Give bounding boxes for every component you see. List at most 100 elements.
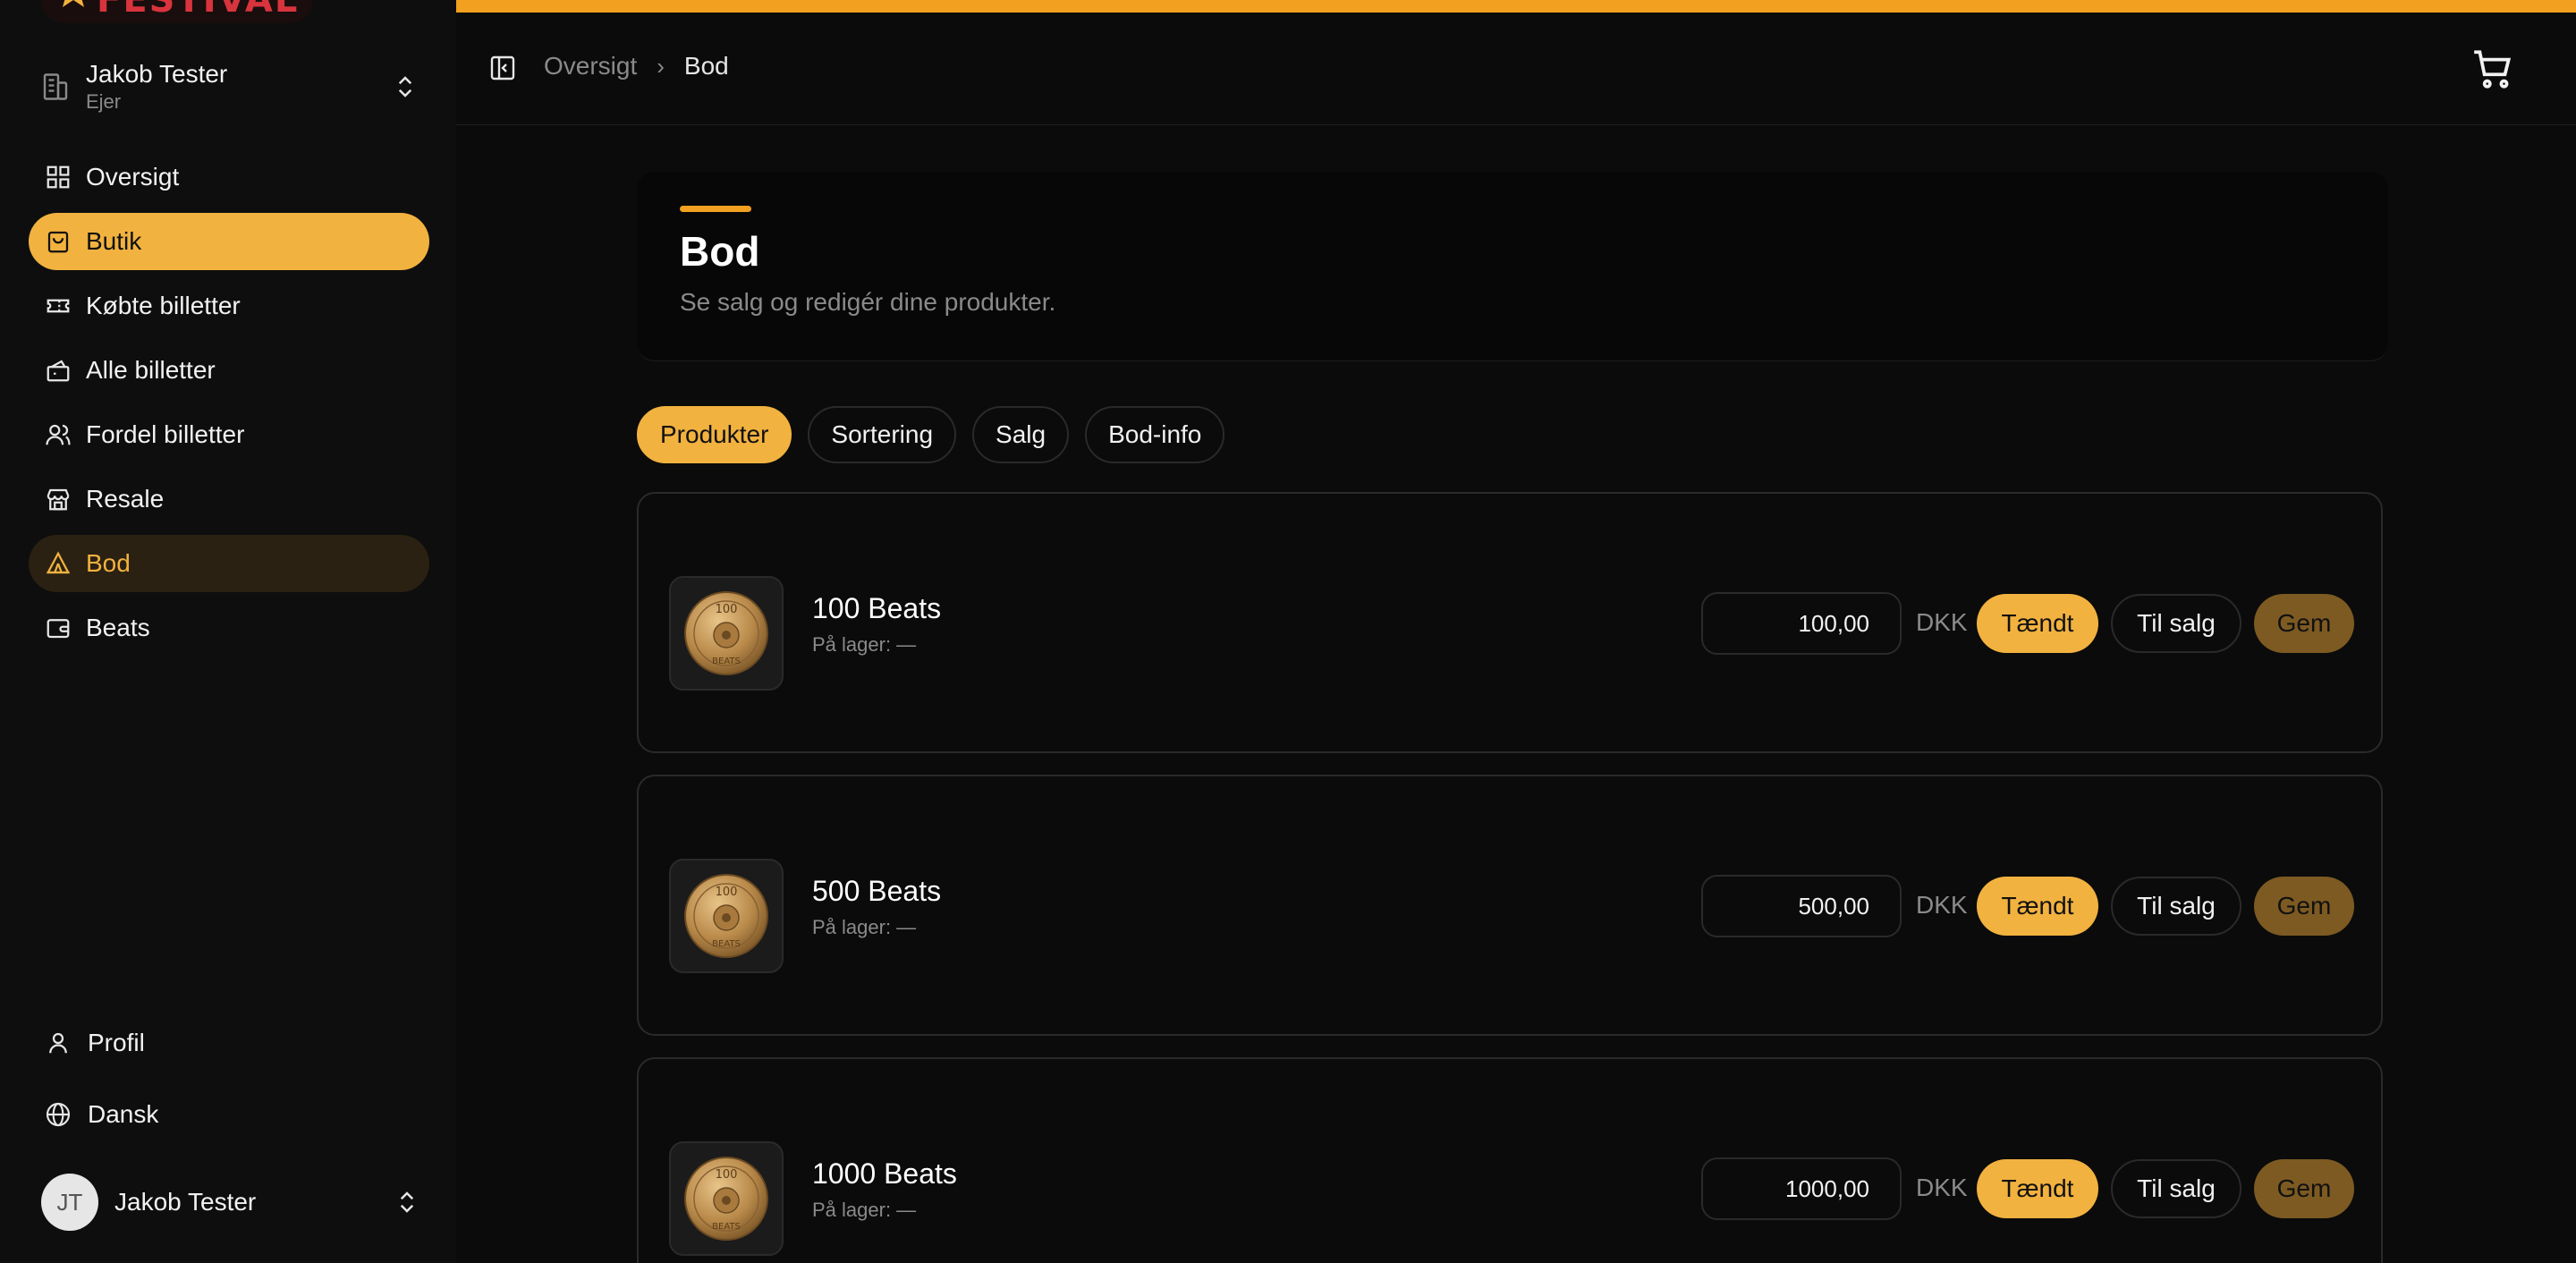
chevrons-up-down-icon bbox=[400, 1191, 414, 1213]
org-switcher[interactable]: Jakob Tester Ejer bbox=[27, 55, 420, 118]
product-name: 1000 Beats bbox=[812, 1157, 957, 1190]
save-button[interactable]: Gem bbox=[2254, 877, 2354, 936]
coin-icon: 100 BEATS bbox=[684, 874, 768, 958]
svg-text:100: 100 bbox=[716, 603, 738, 616]
star-icon bbox=[63, 0, 84, 7]
cart-icon[interactable] bbox=[2470, 47, 2515, 91]
coin-icon: 100 BEATS bbox=[684, 591, 768, 675]
sidebar-item-fordel-billetter[interactable]: Fordel billetter bbox=[29, 406, 429, 463]
org-role: Ejer bbox=[86, 90, 122, 113]
avatar: JT bbox=[41, 1174, 98, 1231]
users-icon bbox=[43, 420, 73, 450]
sidebar: FESTIVAL Jakob Tester Ejer Oversigt Buti… bbox=[0, 0, 456, 1263]
page-title: Bod bbox=[680, 228, 760, 275]
tab-produkter[interactable]: Produkter bbox=[637, 406, 792, 463]
language-label: Dansk bbox=[88, 1100, 159, 1128]
title-accent bbox=[680, 206, 751, 212]
sidebar-item-butik[interactable]: Butik bbox=[29, 213, 429, 270]
sidebar-item-bod[interactable]: Bod bbox=[29, 535, 429, 592]
page-header-panel: Bod Se salg og redigér dine produkter. bbox=[637, 172, 2388, 361]
product-stock: På lager: — bbox=[812, 1199, 917, 1221]
price-input[interactable] bbox=[1701, 875, 1902, 937]
chevrons-up-down-icon bbox=[398, 76, 412, 97]
sidebar-item-beats[interactable]: Beats bbox=[29, 599, 429, 657]
svg-text:100: 100 bbox=[716, 886, 738, 899]
for-sale-button[interactable]: Til salg bbox=[2111, 1159, 2241, 1218]
bag-icon bbox=[43, 226, 73, 257]
sidebar-item-kobte-billetter[interactable]: Købte billetter bbox=[29, 277, 429, 335]
tab-bod-info[interactable]: Bod-info bbox=[1085, 406, 1225, 463]
main-content: Oversigt › Bod Bod Se salg og redigér di… bbox=[456, 0, 2576, 1263]
grid-icon bbox=[43, 162, 73, 192]
product-card: 100 BEATS 100 Beats På lager: — DKK Tænd… bbox=[637, 492, 2383, 753]
toggle-on-button[interactable]: Tændt bbox=[1977, 1159, 2098, 1218]
tent-icon bbox=[43, 548, 73, 579]
sidebar-item-oversigt[interactable]: Oversigt bbox=[29, 148, 429, 206]
product-image: 100 BEATS bbox=[669, 1141, 784, 1256]
tab-sortering[interactable]: Sortering bbox=[808, 406, 957, 463]
user-menu[interactable]: JT Jakob Tester bbox=[41, 1174, 420, 1231]
sidebar-item-label: Oversigt bbox=[86, 163, 180, 191]
save-button[interactable]: Gem bbox=[2254, 1159, 2354, 1218]
sidebar-item-label: Beats bbox=[86, 614, 150, 641]
user-icon bbox=[43, 1028, 73, 1058]
save-button[interactable]: Gem bbox=[2254, 594, 2354, 653]
app-root: FESTIVAL Jakob Tester Ejer Oversigt Buti… bbox=[0, 0, 2576, 1263]
festival-logo[interactable]: FESTIVAL bbox=[41, 0, 313, 23]
sidebar-item-label: Resale bbox=[86, 485, 165, 513]
sidebar-item-label: Bod bbox=[86, 549, 131, 577]
page-subtitle: Se salg og redigér dine produkter. bbox=[680, 288, 1056, 316]
sidebar-toggle-icon[interactable] bbox=[488, 54, 517, 82]
product-name: 100 Beats bbox=[812, 592, 942, 624]
store-icon bbox=[43, 484, 73, 514]
breadcrumb-parent[interactable]: Oversigt bbox=[544, 52, 637, 81]
header: Oversigt › Bod bbox=[456, 13, 2576, 125]
product-card: 100 BEATS 1000 Beats På lager: — DKK Tæn… bbox=[637, 1057, 2383, 1263]
breadcrumb-current: Bod bbox=[683, 52, 729, 80]
price-input[interactable] bbox=[1701, 592, 1902, 655]
accent-topbar bbox=[456, 0, 2576, 13]
sidebar-item-alle-billetter[interactable]: Alle billetter bbox=[29, 342, 429, 399]
product-image: 100 BEATS bbox=[669, 859, 784, 973]
for-sale-button[interactable]: Til salg bbox=[2111, 877, 2241, 936]
product-stock: På lager: — bbox=[812, 916, 917, 938]
ticket-icon bbox=[43, 291, 73, 321]
coin-icon: 100 BEATS bbox=[684, 1157, 768, 1241]
currency-label: DKK bbox=[1916, 891, 1968, 919]
product-name: 500 Beats bbox=[812, 875, 942, 907]
product-card: 100 BEATS 500 Beats På lager: — DKK Tænd… bbox=[637, 775, 2383, 1036]
sidebar-bottom: Profil Dansk bbox=[29, 1014, 429, 1143]
sidebar-item-label: Købte billetter bbox=[86, 292, 241, 319]
sidebar-nav: Oversigt Butik Købte billetter Alle bill… bbox=[29, 148, 429, 664]
svg-text:BEATS: BEATS bbox=[712, 1222, 741, 1232]
wallet-icon bbox=[43, 613, 73, 643]
user-name: Jakob Tester bbox=[114, 1188, 257, 1216]
org-text: Jakob Tester Ejer bbox=[86, 59, 392, 114]
building-icon bbox=[43, 73, 68, 100]
tab-bar: Produkter Sortering Salg Bod-info bbox=[637, 406, 1225, 463]
svg-text:BEATS: BEATS bbox=[712, 939, 741, 949]
globe-icon bbox=[43, 1099, 73, 1130]
sidebar-item-resale[interactable]: Resale bbox=[29, 470, 429, 528]
sidebar-item-profil[interactable]: Profil bbox=[29, 1014, 429, 1072]
for-sale-button[interactable]: Til salg bbox=[2111, 594, 2241, 653]
currency-label: DKK bbox=[1916, 1174, 1968, 1201]
org-name: Jakob Tester bbox=[86, 60, 228, 88]
language-selector[interactable]: Dansk bbox=[29, 1086, 429, 1143]
svg-text:BEATS: BEATS bbox=[712, 657, 741, 666]
logo-text: FESTIVAL bbox=[97, 0, 300, 21]
profile-label: Profil bbox=[88, 1029, 145, 1056]
toggle-on-button[interactable]: Tændt bbox=[1977, 877, 2098, 936]
breadcrumb: Oversigt › Bod bbox=[544, 52, 729, 81]
price-input[interactable] bbox=[1701, 1157, 1902, 1220]
sidebar-item-label: Alle billetter bbox=[86, 356, 216, 384]
toggle-on-button[interactable]: Tændt bbox=[1977, 594, 2098, 653]
tab-salg[interactable]: Salg bbox=[972, 406, 1070, 463]
breadcrumb-separator: › bbox=[657, 52, 665, 80]
sidebar-item-label: Butik bbox=[86, 227, 142, 255]
tickets-icon bbox=[43, 355, 73, 386]
product-image: 100 BEATS bbox=[669, 576, 784, 691]
svg-text:100: 100 bbox=[716, 1168, 738, 1182]
product-stock: På lager: — bbox=[812, 633, 917, 656]
currency-label: DKK bbox=[1916, 608, 1968, 636]
